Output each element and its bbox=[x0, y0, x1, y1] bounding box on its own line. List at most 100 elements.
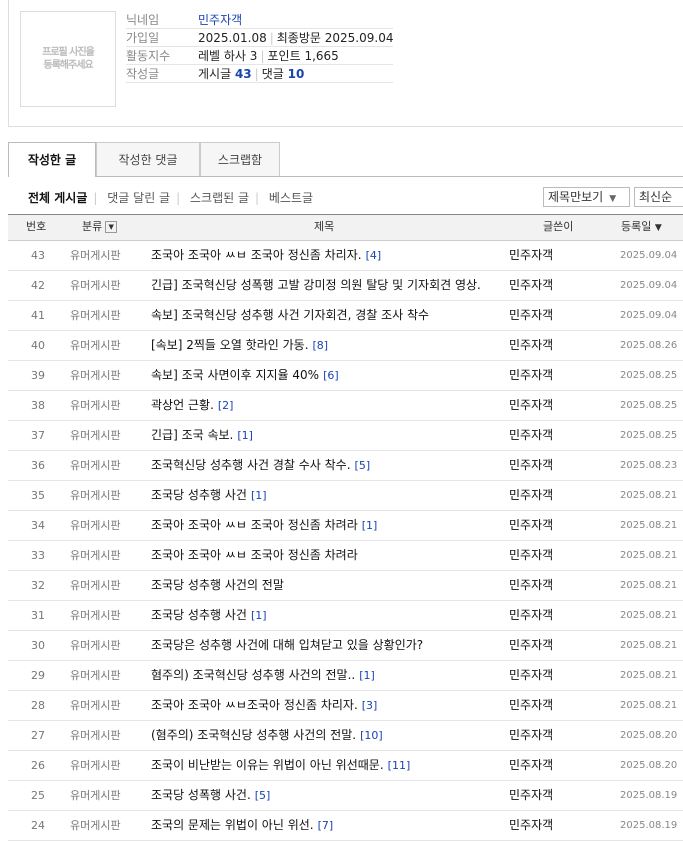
post-category[interactable]: 유머게시판 bbox=[70, 541, 121, 570]
post-title[interactable]: 혐주의) 조국혁신당 성추행 사건의 전말.. bbox=[151, 668, 355, 682]
comment-count-badge[interactable]: [6] bbox=[323, 369, 339, 382]
comment-count-badge[interactable]: [2] bbox=[218, 399, 234, 412]
post-category[interactable]: 유머게시판 bbox=[70, 781, 121, 810]
post-title[interactable]: 조국당 성추행 사건 bbox=[151, 488, 247, 502]
table-row[interactable]: 37 유머게시판 긴급] 조국 속보. [1] 민주자객 2025.08.25 bbox=[8, 421, 683, 451]
post-author[interactable]: 민주자객 bbox=[509, 781, 553, 810]
table-row[interactable]: 35 유머게시판 조국당 성추행 사건 [1] 민주자객 2025.08.21 bbox=[8, 481, 683, 511]
post-author[interactable]: 민주자객 bbox=[509, 601, 553, 630]
post-title[interactable]: 긴급] 조국혁신당 성폭행 고발 강미정 의원 탈당 및 기자회견 영상. bbox=[151, 278, 481, 292]
post-category[interactable]: 유머게시판 bbox=[70, 361, 121, 390]
comment-count-badge[interactable]: [5] bbox=[355, 459, 371, 472]
post-category[interactable]: 유머게시판 bbox=[70, 241, 121, 270]
post-category[interactable]: 유머게시판 bbox=[70, 481, 121, 510]
table-row[interactable]: 34 유머게시판 조국아 조국아 ㅆㅂ 조국아 정신좀 차려라 [1] 민주자객 2025… bbox=[8, 511, 683, 541]
post-author[interactable]: 민주자객 bbox=[509, 751, 553, 780]
post-title[interactable]: 조국당 성추행 사건 bbox=[151, 608, 247, 622]
post-title[interactable]: 조국이 비난받는 이유는 위법이 아닌 위선때문. bbox=[151, 758, 384, 772]
post-category[interactable]: 유머게시판 bbox=[70, 511, 121, 540]
col-category[interactable]: 분류 ▼ bbox=[82, 215, 118, 239]
comment-count-badge[interactable]: [4] bbox=[366, 249, 382, 262]
table-row[interactable]: 31 유머게시판 조국당 성추행 사건 [1] 민주자객 2025.08.21 bbox=[8, 601, 683, 631]
comment-count-badge[interactable]: [5] bbox=[255, 789, 271, 802]
post-author[interactable]: 민주자객 bbox=[509, 331, 553, 360]
post-author[interactable]: 민주자객 bbox=[509, 361, 553, 390]
tab-written-comments[interactable]: 작성한 댓글 bbox=[96, 142, 200, 176]
table-row[interactable]: 42 유머게시판 긴급] 조국혁신당 성폭행 고발 강미정 의원 탈당 및 기자회견… bbox=[8, 271, 683, 301]
post-author[interactable]: 민주자객 bbox=[509, 511, 553, 540]
post-category[interactable]: 유머게시판 bbox=[70, 751, 121, 780]
filter-scrapped-posts[interactable]: 스크랩된 글 bbox=[190, 191, 249, 205]
table-row[interactable]: 41 유머게시판 속보] 조국혁신당 성추행 사건 기자회견, 경찰 조사 착수 민주… bbox=[8, 301, 683, 331]
post-category[interactable]: 유머게시판 bbox=[70, 421, 121, 450]
table-row[interactable]: 28 유머게시판 조국아 조국아 ㅆㅂ조국아 정신좀 차리자. [3] 민주자객 2025… bbox=[8, 691, 683, 721]
post-author[interactable]: 민주자객 bbox=[509, 481, 553, 510]
comment-count-badge[interactable]: [7] bbox=[318, 819, 334, 832]
post-title[interactable]: 조국아 조국아 ㅆㅂ 조국아 정신좀 차려라 bbox=[151, 518, 358, 532]
table-row[interactable]: 32 유머게시판 조국당 성추행 사건의 전말 민주자객 2025.08.21 bbox=[8, 571, 683, 601]
comment-count-badge[interactable]: [1] bbox=[362, 519, 378, 532]
comment-count-badge[interactable]: [1] bbox=[237, 429, 253, 442]
post-category[interactable]: 유머게시판 bbox=[70, 721, 121, 750]
post-author[interactable]: 민주자객 bbox=[509, 271, 553, 300]
tab-scraps[interactable]: 스크랩함 bbox=[200, 142, 280, 176]
table-row[interactable]: 36 유머게시판 조국혁신당 성추행 사건 경찰 수사 착수. [5] 민주자객 2025… bbox=[8, 451, 683, 481]
post-title[interactable]: 속보] 조국 사면이후 지지율 40% bbox=[151, 368, 319, 382]
comment-count-badge[interactable]: [8] bbox=[313, 339, 329, 352]
post-category[interactable]: 유머게시판 bbox=[70, 391, 121, 420]
post-author[interactable]: 민주자객 bbox=[509, 721, 553, 750]
view-mode-select[interactable]: 제목만보기 ▼ bbox=[543, 187, 630, 207]
post-category[interactable]: 유머게시판 bbox=[70, 601, 121, 630]
comment-count-badge[interactable]: [3] bbox=[362, 699, 378, 712]
comment-count-badge[interactable]: [1] bbox=[251, 489, 267, 502]
post-title[interactable]: [속보] 2찍들 오열 핫라인 가동. bbox=[151, 338, 309, 352]
post-author[interactable]: 민주자객 bbox=[509, 661, 553, 690]
post-title[interactable]: 조국혁신당 성추행 사건 경찰 수사 착수. bbox=[151, 458, 351, 472]
post-category[interactable]: 유머게시판 bbox=[70, 811, 121, 840]
post-title[interactable]: 조국의 문제는 위법이 아닌 위선. bbox=[151, 818, 314, 832]
post-category[interactable]: 유머게시판 bbox=[70, 691, 121, 720]
table-row[interactable]: 24 유머게시판 조국의 문제는 위법이 아닌 위선. [7] 민주자객 2025.08.… bbox=[8, 811, 683, 841]
post-title[interactable]: 조국당은 성추행 사건에 대해 입쳐닫고 있을 상황인가? bbox=[151, 638, 423, 652]
table-row[interactable]: 39 유머게시판 속보] 조국 사면이후 지지율 40% [6] 민주자객 2025.08… bbox=[8, 361, 683, 391]
post-title[interactable]: 조국아 조국아 ㅆㅂ 조국아 정신좀 차리자. bbox=[151, 248, 362, 262]
post-author[interactable]: 민주자객 bbox=[509, 421, 553, 450]
post-author[interactable]: 민주자객 bbox=[509, 451, 553, 480]
filter-all-posts[interactable]: 전체 게시글 bbox=[28, 191, 87, 205]
post-title[interactable]: 긴급] 조국 속보. bbox=[151, 428, 233, 442]
col-date[interactable]: 등록일 ▼ bbox=[621, 215, 662, 240]
post-category[interactable]: 유머게시판 bbox=[70, 271, 121, 300]
post-category[interactable]: 유머게시판 bbox=[70, 661, 121, 690]
post-category[interactable]: 유머게시판 bbox=[70, 631, 121, 660]
comment-count-badge[interactable]: [10] bbox=[360, 729, 383, 742]
table-row[interactable]: 33 유머게시판 조국아 조국아 ㅆㅂ 조국아 정신좀 차려라 민주자객 2025.08… bbox=[8, 541, 683, 571]
nickname[interactable]: 민주자객 bbox=[198, 13, 242, 27]
table-row[interactable]: 30 유머게시판 조국당은 성추행 사건에 대해 입쳐닫고 있을 상황인가? 민주자객… bbox=[8, 631, 683, 661]
table-row[interactable]: 40 유머게시판 [속보] 2찍들 오열 핫라인 가동. [8] 민주자객 2025.08… bbox=[8, 331, 683, 361]
post-title[interactable]: 속보] 조국혁신당 성추행 사건 기자회견, 경찰 조사 착수 bbox=[151, 308, 429, 322]
post-title[interactable]: 곽상언 근황. bbox=[151, 398, 214, 412]
table-row[interactable]: 26 유머게시판 조국이 비난받는 이유는 위법이 아닌 위선때문. [11] 민주자객… bbox=[8, 751, 683, 781]
tab-written-posts[interactable]: 작성한 글 bbox=[8, 142, 96, 177]
filter-commented-posts[interactable]: 댓글 달린 글 bbox=[107, 191, 170, 205]
post-title[interactable]: 조국당 성추행 사건의 전말 bbox=[151, 578, 284, 592]
profile-photo-placeholder[interactable]: 프로필 사진을 등록해주세요 bbox=[20, 11, 116, 107]
table-row[interactable]: 25 유머게시판 조국당 성폭행 사건. [5] 민주자객 2025.08.19 bbox=[8, 781, 683, 811]
post-category[interactable]: 유머게시판 bbox=[70, 331, 121, 360]
post-author[interactable]: 민주자객 bbox=[509, 241, 553, 270]
table-row[interactable]: 29 유머게시판 혐주의) 조국혁신당 성추행 사건의 전말.. [1] 민주자객 202… bbox=[8, 661, 683, 691]
post-author[interactable]: 민주자객 bbox=[509, 691, 553, 720]
post-title[interactable]: (혐주의) 조국혁신당 성추행 사건의 전말. bbox=[151, 728, 356, 742]
post-title[interactable]: 조국당 성폭행 사건. bbox=[151, 788, 251, 802]
filter-dropdown-icon[interactable]: ▼ bbox=[105, 221, 118, 233]
sort-select[interactable]: 최신순 bbox=[634, 187, 683, 207]
post-category[interactable]: 유머게시판 bbox=[70, 571, 121, 600]
table-row[interactable]: 27 유머게시판 (혐주의) 조국혁신당 성추행 사건의 전말. [10] 민주자객 20… bbox=[8, 721, 683, 751]
comment-count-badge[interactable]: [11] bbox=[388, 759, 411, 772]
post-title[interactable]: 조국아 조국아 ㅆㅂ 조국아 정신좀 차려라 bbox=[151, 548, 358, 562]
post-author[interactable]: 민주자객 bbox=[509, 811, 553, 840]
filter-best-posts[interactable]: 베스트글 bbox=[269, 191, 313, 205]
comment-count-badge[interactable]: [1] bbox=[251, 609, 267, 622]
table-row[interactable]: 43 유머게시판 조국아 조국아 ㅆㅂ 조국아 정신좀 차리자. [4] 민주자객 202… bbox=[8, 241, 683, 271]
post-author[interactable]: 민주자객 bbox=[509, 631, 553, 660]
